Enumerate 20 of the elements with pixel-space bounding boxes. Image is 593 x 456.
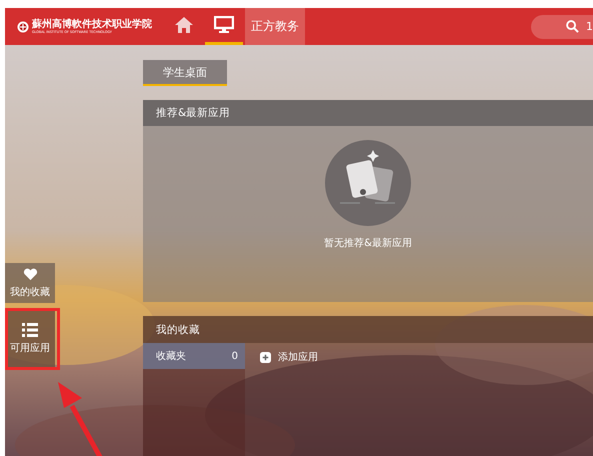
folder-name: 收藏夹: [156, 350, 186, 363]
search-icon: [566, 20, 579, 33]
logo-name: 蘇州高博軟件技术职业学院: [32, 18, 152, 30]
folder-count: 0: [232, 350, 238, 362]
monitor-icon: [214, 16, 234, 34]
home-icon: [174, 16, 194, 34]
empty-cards-icon: [325, 140, 411, 226]
add-app-button[interactable]: 添加应用: [260, 350, 318, 364]
panel-title: 推荐&最新应用: [156, 106, 230, 120]
folder-item[interactable]: 收藏夹 0: [143, 343, 245, 369]
empty-message: 暂无推荐&最新应用: [324, 236, 412, 250]
nav-tab[interactable]: 正方教务: [245, 8, 305, 45]
tab[interactable]: 学生桌面: [143, 60, 227, 86]
heart-icon: [22, 268, 38, 280]
sidebar-item[interactable]: 我的收藏: [5, 263, 55, 303]
search-field[interactable]: 1: [531, 14, 593, 38]
sidebar-item[interactable]: 可用应用: [5, 311, 55, 367]
panel-title: 我的收藏: [156, 322, 200, 336]
emblem-icon: [17, 20, 29, 32]
list-icon: [22, 323, 38, 337]
